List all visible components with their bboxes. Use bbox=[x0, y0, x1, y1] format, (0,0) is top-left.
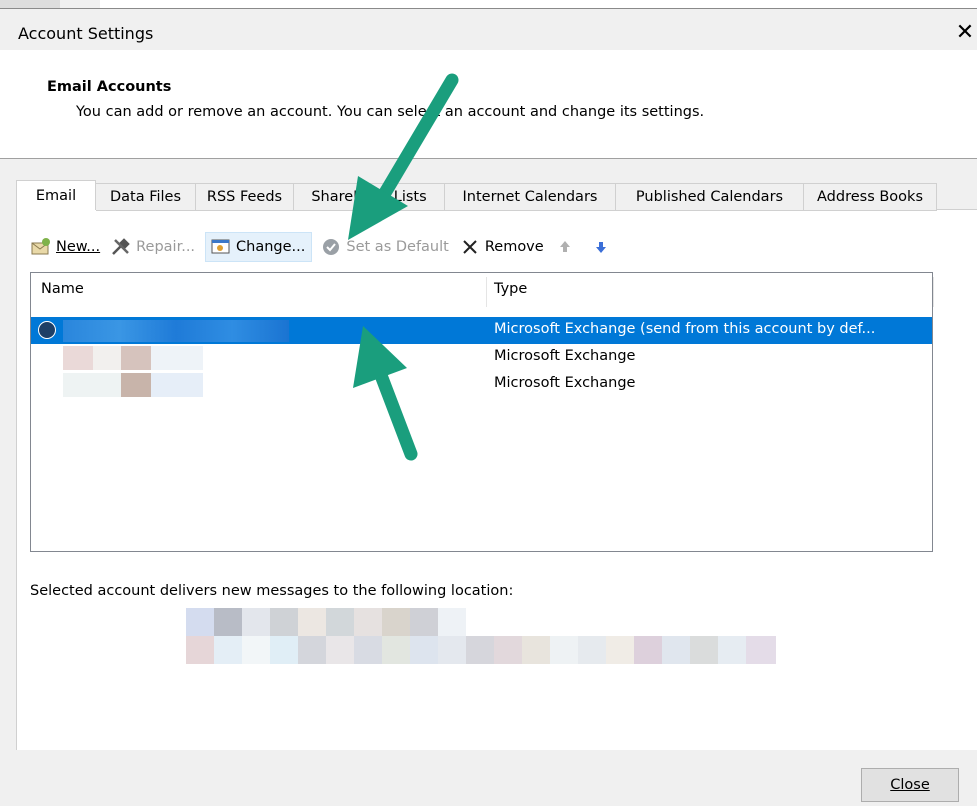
close-button[interactable]: Close bbox=[861, 768, 959, 802]
repair-label: Repair... bbox=[136, 239, 196, 255]
tab-strip: Email Data Files RSS Feeds SharePoint Li… bbox=[16, 180, 937, 211]
repair-button[interactable]: Repair... bbox=[110, 233, 195, 261]
background-window-fragment bbox=[0, 0, 60, 8]
remove-label: Remove bbox=[484, 239, 544, 255]
tab-email[interactable]: Email bbox=[16, 180, 96, 210]
window-border bbox=[0, 8, 977, 9]
tab-internet-calendars[interactable]: Internet Calendars bbox=[445, 183, 616, 211]
annotation-arrow-icon bbox=[348, 73, 459, 240]
remove-button[interactable]: Remove bbox=[459, 233, 544, 261]
redacted-delivery-location bbox=[186, 636, 808, 664]
new-account-icon bbox=[31, 238, 50, 255]
close-button-label: Close bbox=[890, 777, 930, 793]
column-header-type[interactable]: Type bbox=[494, 281, 527, 297]
account-row[interactable]: Microsoft Exchange bbox=[31, 344, 932, 371]
tab-address-books[interactable]: Address Books bbox=[804, 183, 937, 211]
background-window-fragment bbox=[100, 0, 977, 8]
column-divider bbox=[486, 277, 487, 307]
tab-data-files[interactable]: Data Files bbox=[96, 183, 196, 211]
close-icon[interactable]: ✕ bbox=[953, 20, 977, 46]
move-up-button[interactable] bbox=[554, 233, 580, 261]
default-account-check-icon bbox=[38, 321, 56, 339]
tab-published-calendars[interactable]: Published Calendars bbox=[616, 183, 804, 211]
change-settings-icon bbox=[211, 239, 230, 254]
dialog-title: Account Settings bbox=[18, 24, 154, 43]
redacted-account-name bbox=[63, 320, 289, 342]
new-label: New... bbox=[56, 239, 101, 255]
accounts-list-header: Name Type bbox=[31, 273, 932, 309]
new-button[interactable]: New... bbox=[30, 233, 100, 261]
account-type: Microsoft Exchange (send from this accou… bbox=[494, 321, 876, 337]
arrow-up-icon bbox=[559, 241, 570, 252]
account-toolbar: New... Repair... Change... Set as Defaul… bbox=[30, 232, 626, 262]
change-button[interactable]: Change... bbox=[205, 232, 313, 262]
repair-tools-icon bbox=[112, 238, 130, 255]
account-type: Microsoft Exchange bbox=[494, 375, 636, 391]
account-row[interactable]: Microsoft Exchange (send from this accou… bbox=[31, 317, 932, 344]
change-label: Change... bbox=[236, 239, 306, 255]
account-type: Microsoft Exchange bbox=[494, 348, 636, 364]
tab-rss-feeds[interactable]: RSS Feeds bbox=[196, 183, 294, 211]
annotation-arrow-icon bbox=[353, 326, 418, 461]
column-header-name[interactable]: Name bbox=[41, 281, 84, 297]
redacted-account-name bbox=[63, 373, 203, 397]
section-title: Email Accounts bbox=[47, 79, 172, 95]
account-row[interactable]: Microsoft Exchange bbox=[31, 371, 932, 398]
move-down-button[interactable] bbox=[590, 233, 616, 261]
redacted-account-name bbox=[63, 346, 203, 370]
column-divider bbox=[933, 277, 934, 307]
redacted-delivery-location bbox=[186, 608, 466, 636]
delivery-location-label: Selected account delivers new messages t… bbox=[30, 583, 514, 599]
arrow-down-icon bbox=[595, 242, 606, 253]
header-divider bbox=[0, 158, 977, 159]
accounts-list[interactable] bbox=[30, 272, 933, 552]
